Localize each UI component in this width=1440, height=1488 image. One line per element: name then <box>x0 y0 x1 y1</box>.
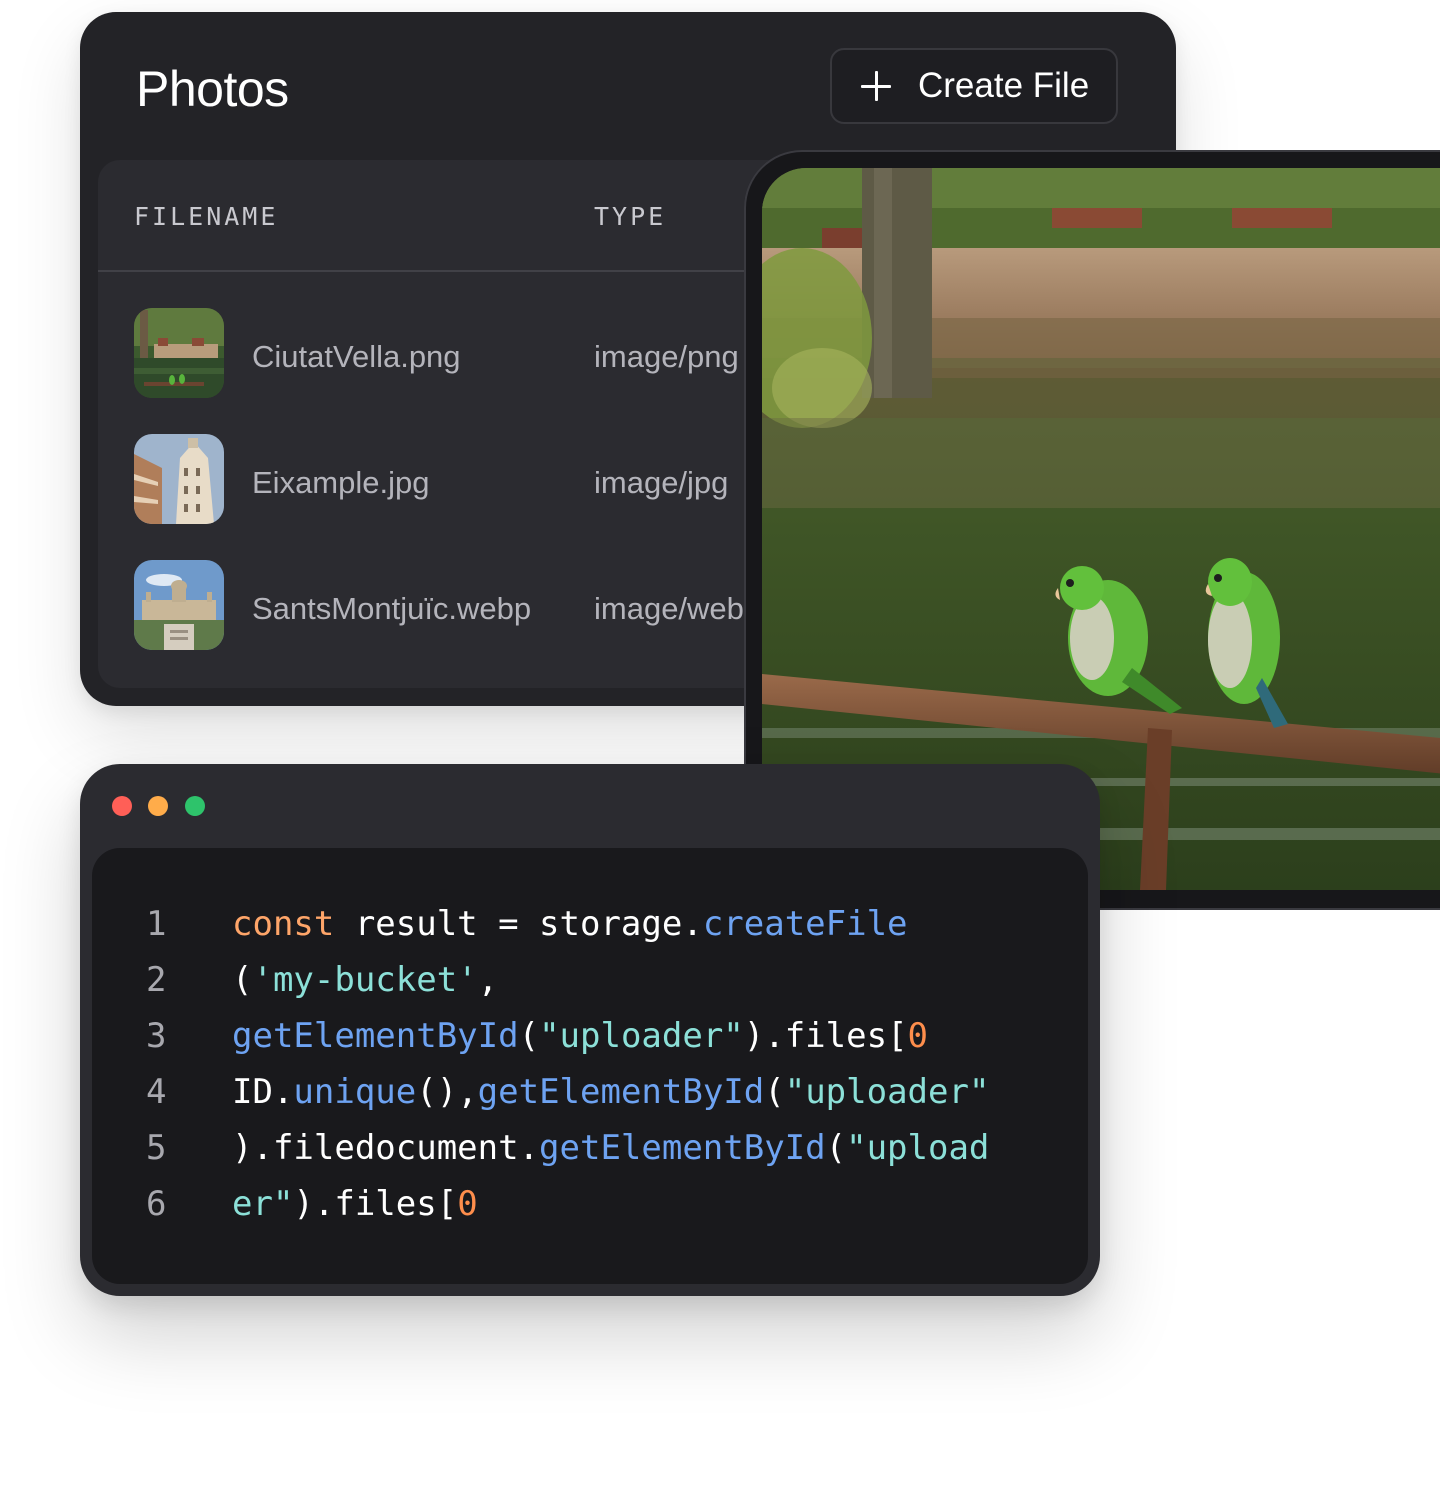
window-minimize-button[interactable] <box>148 796 168 816</box>
line-number: 5 <box>146 1128 167 1168</box>
code-text: ).filedocument.getElementById("upload <box>232 1128 989 1168</box>
cell-type: image/jpg <box>594 465 729 500</box>
cell-filename: Eixample.jpg <box>252 465 430 500</box>
code-token: getElementById <box>232 1016 519 1056</box>
create-file-button[interactable]: Create File <box>830 48 1118 124</box>
code-token: er" <box>232 1184 294 1224</box>
code-token: 0 <box>457 1184 478 1224</box>
line-number: 2 <box>146 960 167 1000</box>
window-close-button[interactable] <box>112 796 132 816</box>
code-token: createFile <box>702 904 908 944</box>
code-token: 'my-bucket' <box>252 960 478 1000</box>
code-text: ('my-bucket', <box>232 960 498 1000</box>
code-editor-window: 1 const result = storage.createFile 2 ('my-… <box>80 764 1100 1296</box>
code-token: "uploader" <box>784 1072 990 1112</box>
thumbnail-ciutatvella <box>134 308 224 398</box>
code-token: ID. <box>232 1072 294 1112</box>
plus-icon <box>860 70 892 102</box>
create-file-label: Create File <box>918 66 1090 105</box>
code-token: "upload <box>846 1128 990 1168</box>
code-token: ( <box>825 1128 847 1168</box>
code-token: 0 <box>907 1016 929 1056</box>
code-token: ).files[ <box>293 1184 458 1224</box>
code-token: const <box>232 904 335 944</box>
code-token: ).files[ <box>743 1016 908 1056</box>
code-text: ID.unique(),getElementById("uploader" <box>232 1072 989 1112</box>
thumbnail-santsmontjuic <box>134 560 224 650</box>
code-token: ).filedocument. <box>232 1128 540 1168</box>
window-maximize-button[interactable] <box>185 796 205 816</box>
cell-type: image/webp <box>594 591 762 626</box>
line-number: 4 <box>146 1072 167 1112</box>
line-number: 3 <box>146 1016 167 1056</box>
cell-filename: SantsMontjuïc.webp <box>252 591 532 626</box>
code-token: ( <box>764 1072 785 1112</box>
code-token: (), <box>416 1072 478 1112</box>
code-token: , <box>477 960 499 1000</box>
code-token: result = storage. <box>334 904 703 944</box>
thumbnail-eixample <box>134 434 224 524</box>
code-token: unique <box>293 1072 417 1112</box>
code-text: const result = storage.createFile <box>232 904 908 944</box>
column-header-filename[interactable]: FILENAME <box>134 202 278 231</box>
code-token: "uploader" <box>539 1016 744 1056</box>
column-header-type[interactable]: TYPE <box>594 202 666 231</box>
cell-filename: CiutatVella.png <box>252 339 461 374</box>
page-title: Photos <box>136 61 289 117</box>
code-text: getElementById("uploader").files[0 <box>232 1016 928 1056</box>
line-number: 6 <box>146 1184 167 1224</box>
code-token: getElementById <box>477 1072 765 1112</box>
code-token: ( <box>518 1016 540 1056</box>
code-token: ( <box>232 960 253 1000</box>
code-editor[interactable]: 1 const result = storage.createFile 2 ('my-… <box>92 848 1088 1284</box>
code-text: er").files[0 <box>232 1184 478 1224</box>
line-number: 1 <box>146 904 167 944</box>
code-token: getElementById <box>539 1128 826 1168</box>
cell-type: image/png <box>594 339 739 374</box>
